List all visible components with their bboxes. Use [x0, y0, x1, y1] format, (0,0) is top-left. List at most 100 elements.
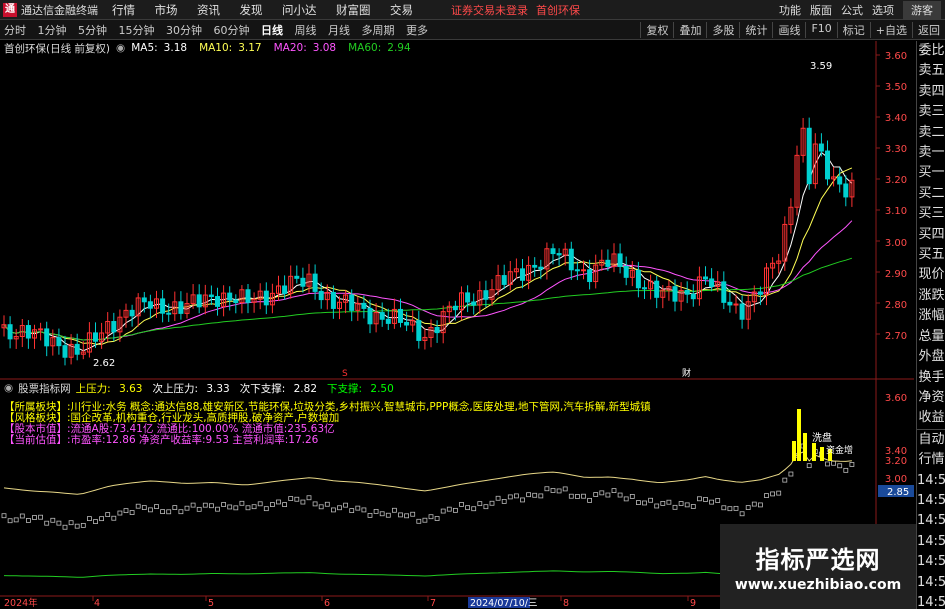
rp-ask1[interactable]: 卖一	[917, 143, 945, 163]
adjust-button[interactable]: 复权	[640, 21, 673, 38]
upper-pressure: 上压力: 3.63	[75, 382, 143, 395]
draw-line-button[interactable]: 画线	[772, 21, 805, 38]
tab-more[interactable]: 更多	[406, 24, 428, 37]
rp-bid-ratio[interactable]: 委比	[917, 41, 945, 61]
chart-grid	[0, 41, 914, 601]
candle-body	[215, 296, 220, 307]
stats-button[interactable]: 统计	[739, 21, 772, 38]
guest-button[interactable]: 游客	[903, 0, 941, 19]
mini-candle	[751, 501, 757, 507]
tab-30min[interactable]: 30分钟	[166, 24, 202, 37]
menu-wealth[interactable]: 财富圈	[336, 3, 371, 17]
candle-body	[245, 289, 251, 303]
mini-candle	[87, 516, 92, 522]
menu-trade[interactable]: 交易	[390, 3, 413, 17]
menu-market[interactable]: 市场	[155, 3, 178, 17]
candlesticks	[1, 117, 855, 366]
candle-body	[538, 266, 544, 270]
rp-bid4[interactable]: 买四	[917, 225, 945, 245]
candle-body	[837, 176, 843, 185]
kline-chart[interactable]: 3.60 3.50 3.40 3.30 3.20 3.10 3.00 2.90 …	[0, 41, 914, 608]
mini-candle	[575, 494, 580, 499]
rp-bid2[interactable]: 买二	[917, 184, 945, 204]
mark-button[interactable]: 标记	[836, 21, 870, 38]
candle-body	[818, 143, 824, 152]
add-watchlist-button[interactable]: +自选	[869, 21, 912, 38]
mini-candle	[617, 492, 623, 498]
candle-body	[312, 273, 318, 292]
mini-candle	[147, 507, 153, 513]
mini-candle	[215, 506, 220, 512]
candle-body	[349, 294, 355, 311]
mini-candle	[410, 511, 416, 517]
tab-multi-period[interactable]: 多周期	[362, 24, 395, 37]
tab-weekly[interactable]: 周线	[295, 24, 317, 37]
overlay-button[interactable]: 叠加	[673, 21, 706, 38]
rp-ask4[interactable]: 卖四	[917, 82, 945, 102]
tab-daily[interactable]: 日线	[261, 24, 283, 37]
mini-candle	[44, 520, 50, 526]
rp-bid3[interactable]: 买三	[917, 204, 945, 224]
settings-circle-icon[interactable]: ◉	[116, 42, 125, 54]
mini-candle	[56, 520, 62, 526]
login-status[interactable]: 证券交易未登录	[451, 2, 528, 18]
candle-body	[574, 269, 580, 272]
candle-body	[556, 253, 562, 256]
candle-body	[318, 290, 324, 301]
multi-stock-button[interactable]: 多股	[706, 21, 739, 38]
rp-time-0: 14:50	[917, 472, 945, 488]
mini-candle	[776, 490, 782, 496]
menu-quotes[interactable]: 行情	[112, 3, 135, 17]
candle-body	[733, 303, 739, 306]
menu-options[interactable]: 选项	[872, 2, 894, 18]
candle-body	[483, 290, 489, 300]
rp-quotes[interactable]: 行情	[917, 450, 945, 470]
ma10-line	[3, 167, 853, 345]
rp-bid5[interactable]: 买五	[917, 245, 945, 265]
candle-body	[398, 308, 403, 323]
rp-earnings: 收益	[918, 410, 945, 426]
secondary-upper-pressure: 次上压力: 3.33	[152, 382, 230, 395]
mini-candle	[831, 460, 836, 466]
menu-discover[interactable]: 发现	[240, 3, 263, 17]
candle-body	[471, 301, 477, 306]
f10-button[interactable]: F10	[805, 21, 836, 38]
price-label-3: 3.30	[885, 144, 907, 155]
indicator-settings-icon[interactable]: ◉	[4, 382, 13, 394]
candle-body	[568, 248, 574, 271]
mini-candle	[507, 494, 513, 500]
mini-candle	[465, 505, 471, 511]
tab-1min[interactable]: 1分钟	[38, 24, 67, 37]
rp-price: 现价	[918, 267, 945, 283]
mini-candle	[294, 496, 300, 502]
date-label-5: 2024/07/10/三	[470, 598, 537, 608]
back-button[interactable]: 返回	[912, 21, 945, 38]
mini-candle	[337, 505, 342, 511]
candle-body	[416, 320, 422, 341]
mini-candle	[837, 463, 843, 469]
indicator-name[interactable]: 股票指标网	[18, 381, 71, 396]
candle-body	[62, 345, 68, 358]
rp-ask3[interactable]: 卖三	[917, 102, 945, 122]
rp-auto[interactable]: 自动	[917, 428, 945, 450]
candle-body	[196, 294, 202, 308]
mini-candle	[764, 493, 769, 498]
tab-intraday[interactable]: 分时	[4, 24, 26, 37]
rp-ask2[interactable]: 卖二	[917, 123, 945, 143]
mini-candle	[68, 520, 74, 526]
tab-monthly[interactable]: 月线	[328, 24, 350, 37]
menu-formula[interactable]: 公式	[841, 2, 863, 18]
menu-layout[interactable]: 版面	[810, 2, 832, 18]
tab-5min[interactable]: 5分钟	[78, 24, 107, 37]
mini-candle	[233, 505, 239, 511]
tab-60min[interactable]: 60分钟	[214, 24, 250, 37]
rp-ask5[interactable]: 卖五	[917, 61, 945, 81]
tab-15min[interactable]: 15分钟	[119, 24, 155, 37]
candle-body	[166, 312, 172, 315]
menu-function[interactable]: 功能	[779, 2, 801, 18]
menu-ask[interactable]: 问小达	[282, 3, 317, 17]
candle-body	[25, 325, 31, 339]
event-marker-s: S	[342, 369, 348, 379]
rp-bid1[interactable]: 买一	[917, 163, 945, 183]
menu-news[interactable]: 资讯	[197, 3, 220, 17]
